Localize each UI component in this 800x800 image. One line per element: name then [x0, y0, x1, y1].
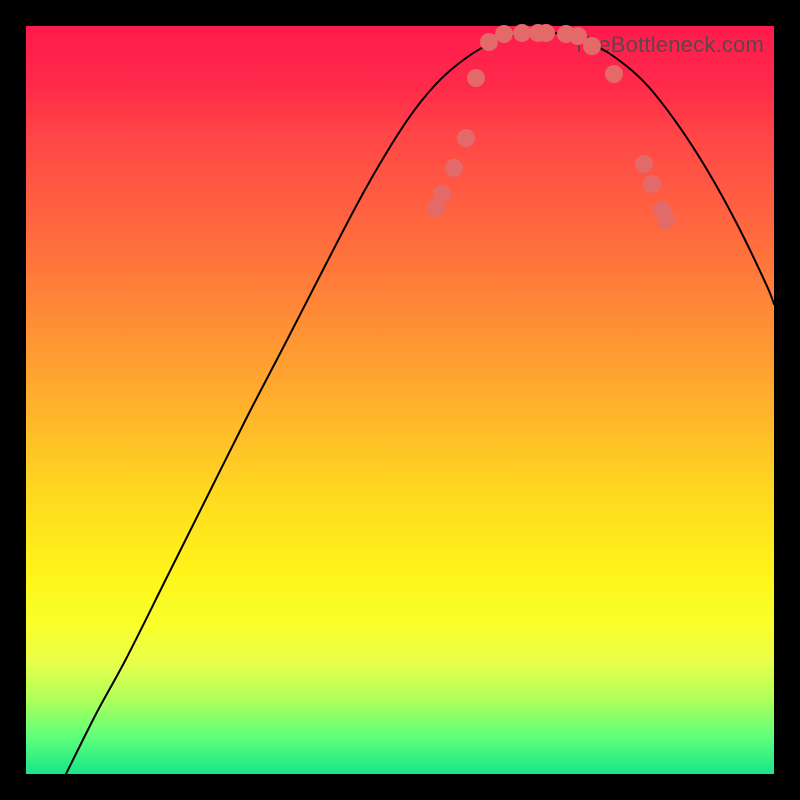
data-point — [657, 211, 675, 229]
bottleneck-plot — [26, 26, 774, 774]
chart-frame: TheBottleneck.com — [26, 26, 774, 774]
data-point — [433, 185, 451, 203]
data-point — [605, 65, 623, 83]
data-point — [495, 25, 513, 43]
bottleneck-curve — [66, 32, 774, 774]
data-point — [537, 24, 555, 42]
data-point — [457, 129, 475, 147]
data-point — [583, 37, 601, 55]
data-point — [643, 175, 661, 193]
data-point — [445, 159, 463, 177]
data-point — [467, 69, 485, 87]
data-point — [635, 155, 653, 173]
data-points-group — [427, 24, 675, 229]
data-point — [513, 24, 531, 42]
